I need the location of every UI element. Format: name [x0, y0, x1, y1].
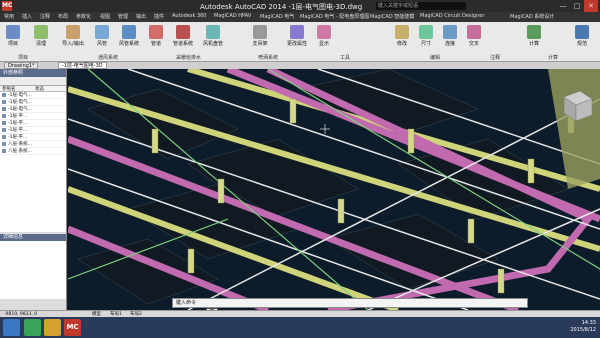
pipe-icon: [149, 25, 163, 39]
cross-button[interactable]: 交叉: [464, 25, 484, 47]
file-icon: [2, 107, 6, 111]
file-icon: [2, 93, 6, 97]
modify-button[interactable]: 修改: [392, 25, 412, 47]
change-props-button[interactable]: 更改属性: [284, 25, 310, 47]
size-icon: [419, 25, 433, 39]
ribbon-tab[interactable]: MagiCAD Circuit Designer: [420, 13, 484, 19]
modify-icon: [395, 25, 409, 39]
group-label: 采暖给排水: [176, 55, 202, 61]
col-name[interactable]: 参照名: [0, 86, 33, 92]
import-export-button[interactable]: 导入/输出: [58, 25, 88, 47]
ribbon-tab-bar: 常用 插入 注释 布局 参数化 视图 管理 输出 插件 Autodesk 360…: [0, 12, 600, 22]
ribbon-tab[interactable]: 插件: [154, 13, 164, 20]
model-3d-view: [68, 69, 600, 310]
command-line-input[interactable]: 键入命令: [172, 298, 528, 308]
col-status[interactable]: 状态: [33, 86, 66, 92]
hanger-icon: [253, 25, 267, 39]
project-button[interactable]: 项目: [3, 25, 23, 47]
file-icon: [2, 128, 6, 132]
detail-panel: [0, 241, 66, 299]
fan-coil-button[interactable]: 风机盘管: [200, 25, 226, 47]
autocad-taskbar-icon[interactable]: MC: [64, 319, 81, 336]
file-icon: [2, 100, 6, 104]
calculate-button[interactable]: 计算: [524, 25, 544, 47]
windows-taskbar: MC 14:33 2015/8/12: [0, 317, 600, 338]
ribbon-tab[interactable]: 参数化: [76, 13, 91, 20]
group-label: 编辑: [430, 55, 441, 61]
xref-palette: 外部参照 参照名 状态 -1层-电气... -1层-电气... -1层-电气..…: [0, 69, 67, 310]
group-label: 项目: [18, 55, 29, 61]
explorer-icon[interactable]: [24, 319, 41, 336]
ribbon-tab[interactable]: Autodesk 360: [172, 13, 207, 19]
spec-button[interactable]: 规范: [572, 25, 592, 47]
fan-coil-icon: [206, 25, 220, 39]
purge-icon: [34, 25, 48, 39]
ribbon-tab[interactable]: 常用: [4, 13, 14, 20]
ribbon-tab[interactable]: 布局: [58, 13, 68, 20]
file-icon: [2, 114, 6, 118]
group-label: 通风系统: [98, 55, 119, 61]
group-label: 注释: [490, 55, 501, 61]
ribbon-tab[interactable]: 注释: [40, 13, 50, 20]
system-clock[interactable]: 14:33 2015/8/12: [570, 320, 596, 334]
duct-icon: [95, 25, 109, 39]
ribbon-tab[interactable]: 视图: [100, 13, 110, 20]
file-icon: [2, 142, 6, 146]
maximize-button[interactable]: □: [570, 0, 584, 12]
display-icon: [317, 25, 331, 39]
palette-title: 外部参照: [0, 69, 66, 77]
ribbon-tab[interactable]: MagiCAD 电气 - 配电盘原理图: [300, 13, 369, 20]
ribbon-tab[interactable]: 插入: [22, 13, 32, 20]
purge-button[interactable]: 清理: [26, 25, 56, 47]
drawing-viewport[interactable]: [68, 69, 600, 310]
change-props-icon: [290, 25, 304, 39]
close-button[interactable]: ✕: [584, 0, 598, 12]
ribbon-tab[interactable]: 管理: [118, 13, 128, 20]
status-bar: -9819, 9833, 0 模型 布局1 布局2: [0, 310, 600, 317]
group-label: 喷洒系统: [258, 55, 279, 61]
app-icon[interactable]: MC: [2, 1, 12, 11]
file-icon: [2, 135, 6, 139]
display-button[interactable]: 显示: [314, 25, 334, 47]
ribbon-tab[interactable]: MagiCAD HPAV: [214, 13, 251, 19]
duct-system-icon: [122, 25, 136, 39]
group-label: 计算: [548, 55, 559, 61]
list-item[interactable]: 八层-系统...: [0, 148, 66, 155]
pipe-system-icon: [176, 25, 190, 39]
ribbon-tab[interactable]: MagiCAD 系统设计: [510, 13, 554, 20]
size-button[interactable]: 尺寸: [416, 25, 436, 47]
group-label: 工具: [340, 55, 351, 61]
document-tab-bar: Drawing1* -1层-电气图电-3D: [0, 62, 600, 69]
pipe-button[interactable]: 管道: [146, 25, 166, 47]
window-title: Autodesk AutoCAD 2014 -1层-电气图电-3D.dwg: [200, 3, 363, 11]
ribbon-tab[interactable]: MagiCAD 智能建模: [370, 13, 414, 20]
calculate-icon: [527, 25, 541, 39]
start-button[interactable]: [3, 319, 20, 336]
xref-list: -1层-电气... -1层-电气... -1层-电气... -1层-平... -…: [0, 92, 66, 232]
ribbon-panel: 项目 清理 导入/输出 风管 风管系统 管道 管道系统 风机盘管 支吊架 更改属…: [0, 22, 600, 62]
search-input[interactable]: 键入关键字或短语: [376, 2, 466, 10]
duct-system-button[interactable]: 风管系统: [116, 25, 142, 47]
title-bar: MC Autodesk AutoCAD 2014 -1层-电气图电-3D.dwg…: [0, 0, 600, 12]
folder-icon[interactable]: [44, 319, 61, 336]
duct-button[interactable]: 风管: [92, 25, 112, 47]
file-icon: [2, 121, 6, 125]
connect-button[interactable]: 连接: [440, 25, 460, 47]
project-icon: [6, 25, 20, 39]
file-icon: [2, 149, 6, 153]
import-icon: [66, 25, 80, 39]
ribbon-tab[interactable]: 输出: [136, 13, 146, 20]
hanger-button[interactable]: 支吊架: [250, 25, 270, 47]
palette-toolbar[interactable]: [0, 77, 66, 86]
ribbon-tab[interactable]: MagiCAD 电气: [260, 13, 294, 20]
detail-title: 详细信息: [0, 234, 66, 241]
minimize-button[interactable]: —: [556, 0, 570, 12]
spec-icon: [575, 25, 589, 39]
cross-icon: [467, 25, 481, 39]
doc-tab-active[interactable]: -1层-电气图电-3D: [58, 62, 107, 69]
connect-icon: [443, 25, 457, 39]
pipe-system-button[interactable]: 管道系统: [170, 25, 196, 47]
doc-tab[interactable]: Drawing1*: [4, 62, 39, 69]
